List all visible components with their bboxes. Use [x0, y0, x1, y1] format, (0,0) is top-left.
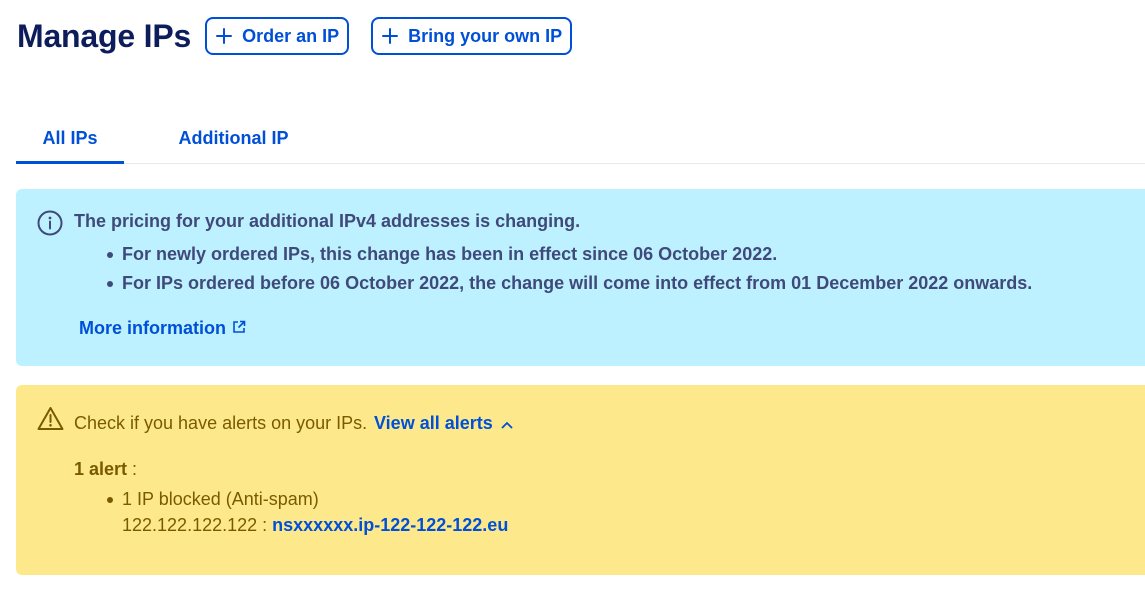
tab-additional-ip[interactable]: Additional IP: [161, 116, 306, 164]
list-item: For IPs ordered before 06 October 2022, …: [104, 269, 1032, 298]
ip-alerts-banner: Check if you have alerts on your IPs. Vi…: [16, 385, 1145, 575]
warning-icon: [37, 406, 64, 431]
external-link-icon: [232, 318, 246, 339]
info-banner-title: The pricing for your additional IPv4 add…: [74, 211, 581, 231]
page-title: Manage IPs: [17, 18, 192, 54]
list-item: For newly ordered IPs, this change has b…: [104, 240, 1032, 269]
more-information-link[interactable]: More information: [79, 318, 246, 339]
plus-icon: [216, 28, 233, 44]
alert-ip-line: 122.122.122.122 : nsxxxxxx.ip-122-122-12…: [122, 515, 508, 536]
manage-ips-page: Manage IPs Order an IP Bring your own IP…: [0, 0, 1145, 591]
page-header: Manage IPs Order an IP Bring your own IP: [17, 14, 594, 58]
alerts-check-text: Check if you have alerts on your IPs.: [74, 413, 368, 433]
alert-count: 1 alert :: [74, 459, 137, 480]
view-all-alerts-toggle[interactable]: View all alerts: [374, 413, 513, 434]
tab-bar: All IPs Additional IP: [16, 116, 1145, 164]
chevron-up-icon: [501, 413, 513, 434]
alert-list: 1 IP blocked (Anti-spam): [104, 486, 319, 512]
more-information-label: More information: [79, 318, 226, 338]
blocked-ip-address: 122.122.122.122: [122, 515, 258, 535]
pricing-info-banner: The pricing for your additional IPv4 add…: [16, 189, 1145, 366]
plus-icon: [382, 28, 399, 44]
tab-all-ips[interactable]: All IPs: [16, 116, 124, 164]
order-ip-label: Order an IP: [242, 25, 340, 46]
bring-your-own-ip-button[interactable]: Bring your own IP: [371, 17, 573, 55]
alert-count-label: 1 alert: [74, 459, 128, 479]
bring-your-own-ip-label: Bring your own IP: [408, 25, 563, 46]
info-icon: [37, 210, 63, 236]
ip-separator: :: [257, 515, 273, 535]
host-link[interactable]: nsxxxxxx.ip-122-122-122.eu: [272, 515, 508, 535]
list-item: 1 IP blocked (Anti-spam): [104, 486, 319, 512]
info-banner-list: For newly ordered IPs, this change has b…: [104, 240, 1032, 298]
order-ip-button[interactable]: Order an IP: [205, 17, 350, 55]
alert-count-suffix: :: [127, 459, 138, 479]
view-all-alerts-label: View all alerts: [374, 413, 493, 433]
